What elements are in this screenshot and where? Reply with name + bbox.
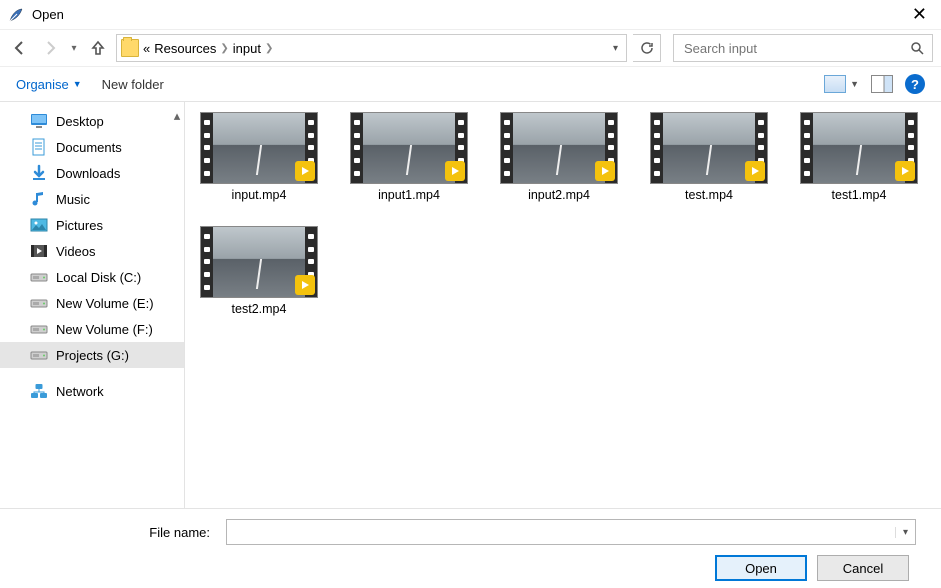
play-badge-icon xyxy=(295,161,315,181)
preview-pane-button[interactable] xyxy=(871,75,893,93)
sidebar-item-label: Videos xyxy=(56,244,96,259)
file-item[interactable]: test.mp4 xyxy=(649,112,769,202)
breadcrumb-prefix: « xyxy=(143,41,150,56)
address-bar[interactable]: « Resources ❯ input ❯ ▾ xyxy=(116,34,627,62)
play-badge-icon xyxy=(895,161,915,181)
chevron-down-icon: ▼ xyxy=(73,79,82,89)
cancel-button[interactable]: Cancel xyxy=(817,555,909,581)
search-icon xyxy=(910,41,924,55)
filename-label: File name: xyxy=(16,525,216,540)
sidebar: ▴ Desktop Documents Downloads Music Pictures… xyxy=(0,102,185,508)
video-thumbnail xyxy=(500,112,618,184)
search-box[interactable] xyxy=(673,34,933,62)
chevron-right-icon: ❯ xyxy=(220,43,228,54)
sidebar-item-gdrive[interactable]: Projects (G:) xyxy=(0,342,184,368)
play-badge-icon xyxy=(295,275,315,295)
up-button[interactable] xyxy=(86,36,110,60)
doc-icon xyxy=(30,138,48,156)
close-button[interactable]: ✕ xyxy=(906,4,933,25)
forward-button[interactable] xyxy=(38,36,62,60)
sidebar-item-label: Local Disk (C:) xyxy=(56,270,141,285)
play-badge-icon xyxy=(595,161,615,181)
sidebar-item-label: Desktop xyxy=(56,114,104,129)
sidebar-item-label: New Volume (E:) xyxy=(56,296,154,311)
refresh-button[interactable] xyxy=(633,34,661,62)
footer: File name: ▾ Open Cancel xyxy=(0,508,941,588)
help-button[interactable]: ? xyxy=(905,74,925,94)
network-icon xyxy=(30,382,48,400)
sidebar-item-edrive[interactable]: New Volume (E:) xyxy=(0,290,184,316)
sidebar-item-fdrive[interactable]: New Volume (F:) xyxy=(0,316,184,342)
desktop-icon xyxy=(30,112,48,130)
file-name-label: test.mp4 xyxy=(685,188,733,202)
recent-dropdown[interactable]: ▾ xyxy=(68,36,80,60)
app-feather-icon xyxy=(8,7,24,23)
play-badge-icon xyxy=(745,161,765,181)
file-name-label: input.mp4 xyxy=(232,188,287,202)
breadcrumb: « Resources ❯ input ❯ xyxy=(143,41,273,56)
sidebar-item-cdrive[interactable]: Local Disk (C:) xyxy=(0,264,184,290)
address-dropdown[interactable]: ▾ xyxy=(609,43,622,54)
file-pane[interactable]: input.mp4 input1.mp4 input2.mp4 test.mp4 tes… xyxy=(185,102,941,508)
sidebar-item-label: Music xyxy=(56,192,90,207)
title-bar: Open ✕ xyxy=(0,0,941,30)
nav-bar: ▾ « Resources ❯ input ❯ ▾ xyxy=(0,30,941,66)
video-thumbnail xyxy=(200,112,318,184)
folder-icon xyxy=(121,39,139,57)
sidebar-item-documents[interactable]: Documents xyxy=(0,134,184,160)
new-folder-button[interactable]: New folder xyxy=(102,77,164,92)
play-badge-icon xyxy=(445,161,465,181)
back-button[interactable] xyxy=(8,36,32,60)
sidebar-item-label: Projects (G:) xyxy=(56,348,129,363)
file-item[interactable]: input2.mp4 xyxy=(499,112,619,202)
pic-icon xyxy=(30,216,48,234)
file-item[interactable]: test2.mp4 xyxy=(199,226,319,316)
sidebar-item-label: New Volume (F:) xyxy=(56,322,153,337)
filename-input[interactable] xyxy=(227,525,895,540)
video-thumbnail xyxy=(350,112,468,184)
sidebar-item-music[interactable]: Music xyxy=(0,186,184,212)
chevron-right-icon: ❯ xyxy=(265,43,273,54)
disk-icon xyxy=(30,320,48,338)
search-input[interactable] xyxy=(682,40,910,57)
sidebar-item-label: Pictures xyxy=(56,218,103,233)
vid-icon xyxy=(30,242,48,260)
sidebar-item-network[interactable]: Network xyxy=(0,378,184,404)
view-mode-button[interactable]: ▼ xyxy=(824,75,859,93)
video-thumbnail xyxy=(650,112,768,184)
disk-icon xyxy=(30,346,48,364)
disk-icon xyxy=(30,294,48,312)
chevron-down-icon: ▼ xyxy=(850,79,859,89)
sidebar-item-label: Network xyxy=(56,384,104,399)
scroll-up-icon[interactable]: ▴ xyxy=(172,108,182,124)
file-item[interactable]: input.mp4 xyxy=(199,112,319,202)
file-name-label: input2.mp4 xyxy=(528,188,590,202)
toolbar: Organise ▼ New folder ▼ ? xyxy=(0,66,941,102)
video-thumbnail xyxy=(200,226,318,298)
open-button[interactable]: Open xyxy=(715,555,807,581)
disk-icon xyxy=(30,268,48,286)
file-item[interactable]: test1.mp4 xyxy=(799,112,919,202)
sidebar-item-label: Documents xyxy=(56,140,122,155)
filename-combo[interactable]: ▾ xyxy=(226,519,916,545)
file-name-label: input1.mp4 xyxy=(378,188,440,202)
breadcrumb-item[interactable]: Resources xyxy=(154,41,216,56)
file-item[interactable]: input1.mp4 xyxy=(349,112,469,202)
filename-dropdown[interactable]: ▾ xyxy=(895,527,915,538)
thumbnails-icon xyxy=(824,75,846,93)
music-icon xyxy=(30,190,48,208)
window-title: Open xyxy=(32,7,906,22)
breadcrumb-item[interactable]: input xyxy=(233,41,261,56)
sidebar-item-videos[interactable]: Videos xyxy=(0,238,184,264)
sidebar-item-downloads[interactable]: Downloads xyxy=(0,160,184,186)
file-name-label: test2.mp4 xyxy=(232,302,287,316)
down-icon xyxy=(30,164,48,182)
file-name-label: test1.mp4 xyxy=(832,188,887,202)
organise-menu[interactable]: Organise ▼ xyxy=(16,77,82,92)
sidebar-item-label: Downloads xyxy=(56,166,120,181)
sidebar-item-pictures[interactable]: Pictures xyxy=(0,212,184,238)
video-thumbnail xyxy=(800,112,918,184)
sidebar-item-desktop[interactable]: Desktop xyxy=(0,108,184,134)
